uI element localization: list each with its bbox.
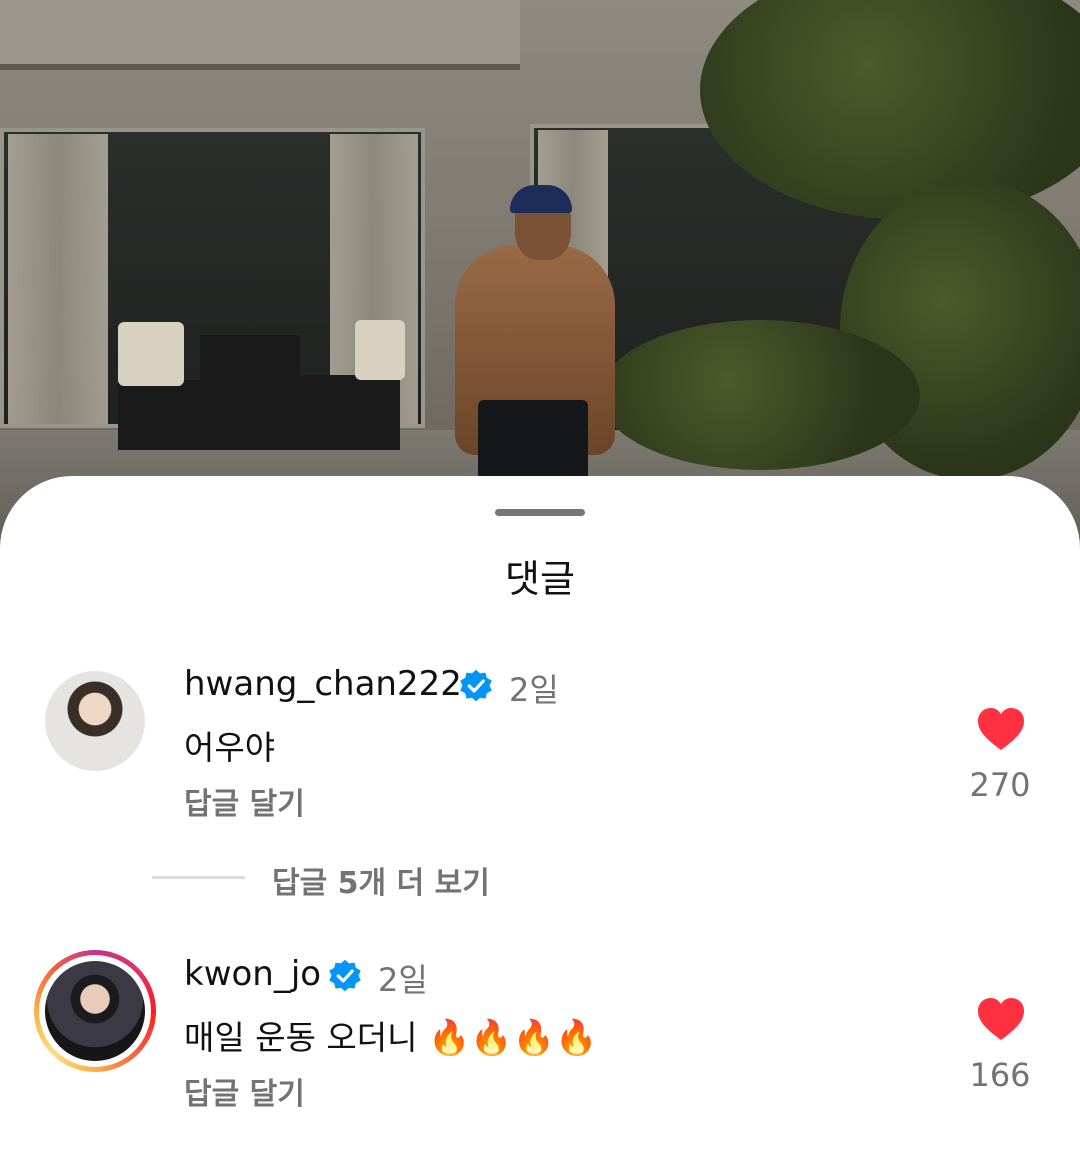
comment-time: 2일 (509, 671, 559, 709)
heart-icon[interactable] (976, 706, 1026, 752)
sheet-title: 댓글 (505, 557, 575, 601)
more-replies-line (152, 876, 245, 879)
comments-sheet: 댓글 hwang_chan222 2일 어우야 답글 달기 270 답글 5개 … (0, 476, 1080, 1167)
view-more-replies-button[interactable]: 답글 5개 더 보기 (272, 858, 490, 902)
heart-icon[interactable] (976, 996, 1026, 1042)
avatar[interactable] (45, 671, 145, 771)
sheet-drag-handle[interactable] (495, 509, 585, 516)
photo-cushion (355, 320, 405, 380)
photo-chair (300, 375, 400, 450)
avatar[interactable] (45, 961, 145, 1061)
fire-emoji: 🔥🔥🔥🔥 (428, 1018, 598, 1058)
photo-cushion (118, 322, 184, 386)
verified-badge-icon (329, 959, 361, 992)
comment-time: 2일 (378, 961, 428, 999)
comment-text-body: 매일 운동 오더니 (184, 1018, 418, 1057)
comment-text: 매일 운동 오더니 🔥🔥🔥🔥 (184, 1011, 597, 1059)
photo-roof (0, 0, 520, 70)
photo-shorts (478, 400, 588, 480)
verified-badge-icon (460, 669, 492, 702)
comment-username[interactable]: hwang_chan222 (184, 664, 462, 704)
photo-bush (600, 320, 920, 470)
comment-username[interactable]: kwon_jo (184, 954, 321, 994)
like-count: 270 (969, 766, 1031, 804)
photo-curtain (8, 134, 108, 424)
photo-chair (118, 380, 208, 450)
comment-text: 어우야 (184, 728, 276, 767)
like-count: 166 (969, 1056, 1031, 1094)
reply-button[interactable]: 답글 달기 (184, 1069, 305, 1113)
reply-button[interactable]: 답글 달기 (184, 779, 305, 823)
photo-table (200, 335, 300, 450)
